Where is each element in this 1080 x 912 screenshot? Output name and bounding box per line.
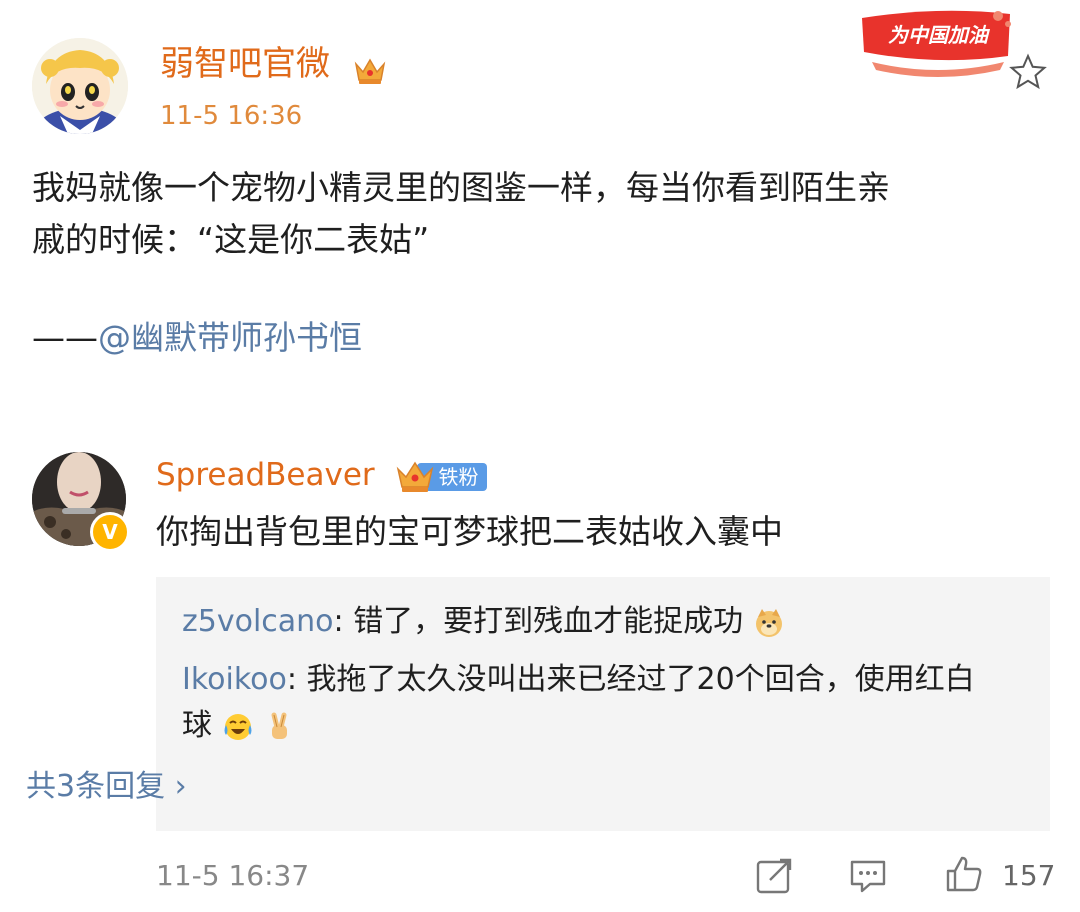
reply-separator: : xyxy=(286,662,307,697)
post-author-label: 弱智吧官微 xyxy=(160,44,330,84)
reply-user[interactable]: Ikoikoo xyxy=(182,662,287,697)
post-body: 我妈就像一个宠物小精灵里的图鉴一样，每当你看到陌生亲 戚的时候：“这是你二表姑” xyxy=(32,162,1042,266)
post-author-name[interactable]: 弱智吧官微 xyxy=(160,40,387,88)
fan-badge: 铁粉 xyxy=(395,459,487,495)
post-quote-source: ——@幽默带师孙书恒 xyxy=(32,312,362,364)
comment-icon[interactable] xyxy=(848,856,888,896)
doge-emoji xyxy=(753,607,785,639)
campaign-badge-label: 为中国加油 xyxy=(888,23,991,47)
crown-icon xyxy=(353,51,387,84)
post-body-line: 戚的时候：“这是你二表姑” xyxy=(32,220,430,259)
crown-icon xyxy=(396,461,433,492)
star-icon[interactable] xyxy=(1008,52,1048,92)
reply-item[interactable]: z5volcano: 错了，要打到残血才能捉成功 xyxy=(182,599,1032,645)
reply-text: 球 xyxy=(182,708,212,743)
campaign-badge[interactable]: 为中国加油 xyxy=(858,8,1018,78)
verified-badge: V xyxy=(90,512,130,552)
reply-item[interactable]: Ikoikoo: 我拖了太久没叫出来已经过了20个回合，使用红白 球 xyxy=(182,657,1032,749)
reply-text: 错了，要打到残血才能捉成功 xyxy=(353,604,744,639)
thumbs-up-icon[interactable] xyxy=(944,854,984,894)
reply-box[interactable]: z5volcano: 错了，要打到残血才能捉成功 Ikoikoo: 我拖了太久没… xyxy=(156,577,1050,831)
laugh-cry-emoji xyxy=(222,711,254,743)
post-author-avatar[interactable] xyxy=(32,38,128,134)
reply-user[interactable]: z5volcano xyxy=(182,604,334,639)
commenter-label: SpreadBeaver xyxy=(156,457,375,493)
more-replies-link[interactable]: 共3条回复 › xyxy=(26,766,187,808)
post-body-line: 我妈就像一个宠物小精灵里的图鉴一样，每当你看到陌生亲 xyxy=(32,168,890,207)
commenter-name[interactable]: SpreadBeaver 铁粉 xyxy=(156,452,487,498)
like-count: 157 xyxy=(1002,859,1056,892)
reply-separator: : xyxy=(333,604,354,639)
mention-link[interactable]: @幽默带师孙书恒 xyxy=(98,318,362,357)
quote-dash: —— xyxy=(32,318,98,357)
comment-text: 你掏出背包里的宝可梦球把二表姑收入囊中 xyxy=(156,512,783,551)
comment-timestamp: 11-5 16:37 xyxy=(156,859,310,892)
post-timestamp: 11-5 16:36 xyxy=(160,101,303,131)
victory-hand-emoji xyxy=(263,711,295,743)
reply-text: 我拖了太久没叫出来已经过了20个回合，使用红白 xyxy=(306,662,975,697)
repost-icon[interactable] xyxy=(754,856,794,896)
